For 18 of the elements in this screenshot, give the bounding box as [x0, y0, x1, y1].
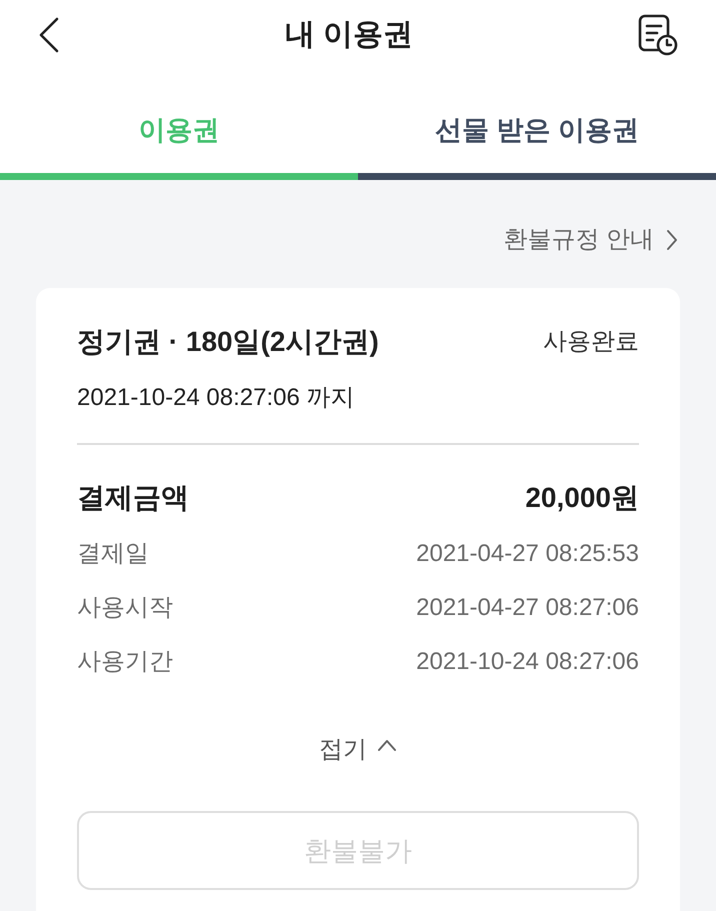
collapse-toggle[interactable]: 접기	[319, 734, 397, 766]
detail-label: 사용기간	[77, 647, 173, 677]
amount-label: 결제금액	[77, 481, 189, 515]
detail-label: 결제일	[77, 539, 149, 569]
back-icon[interactable]	[38, 17, 60, 53]
document-clock-icon[interactable]	[638, 14, 678, 56]
pass-title: 정기권 · 180일(2시간권)	[77, 325, 379, 359]
detail-value: 2021-04-27 08:27:06	[416, 593, 639, 623]
pass-status: 사용완료	[543, 327, 639, 357]
valid-until-text: 2021-10-24 08:27:06 까지	[77, 383, 356, 413]
chevron-right-icon	[666, 229, 678, 251]
refund-policy-link[interactable]: 환불규정 안내	[503, 224, 678, 256]
caret-up-icon	[377, 738, 397, 752]
amount-value: 20,000원	[525, 481, 639, 515]
detail-label: 사용시작	[77, 593, 173, 623]
detail-value: 2021-04-27 08:25:53	[416, 539, 639, 569]
detail-value: 2021-10-24 08:27:06	[416, 647, 639, 677]
page-title: 내 이용권	[284, 17, 414, 53]
